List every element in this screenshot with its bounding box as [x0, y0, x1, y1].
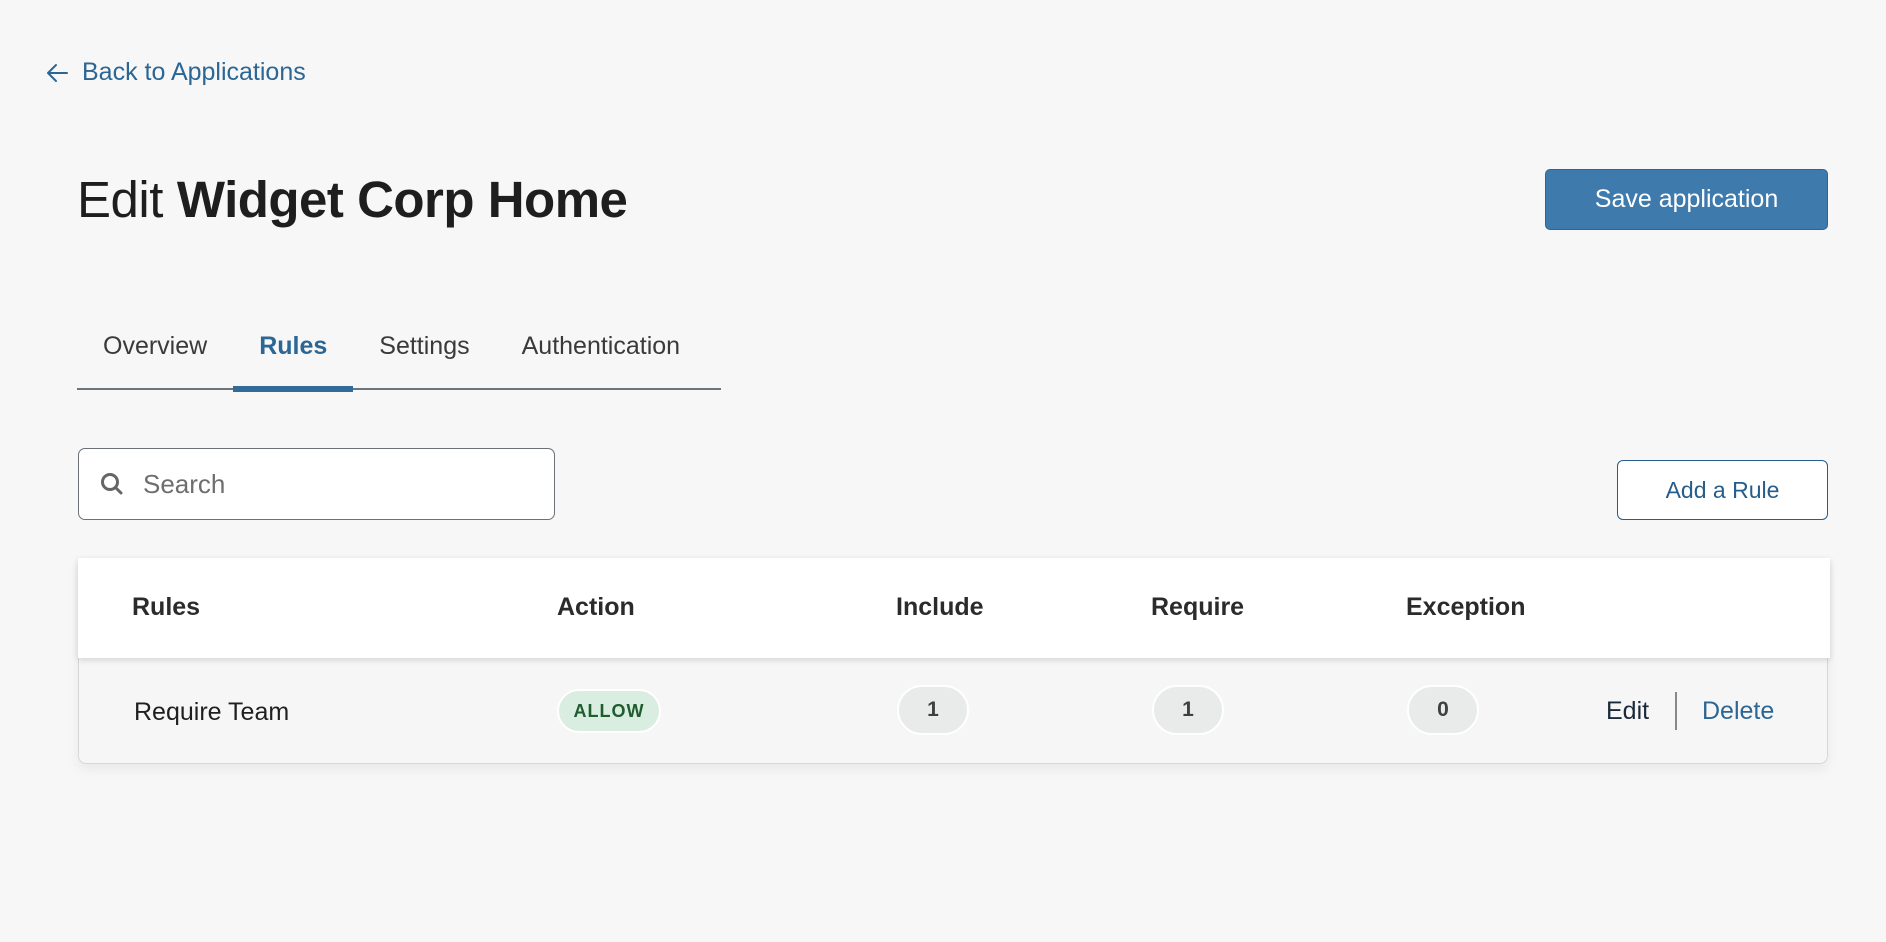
- tab-authentication[interactable]: Authentication: [496, 320, 706, 388]
- back-to-applications-link[interactable]: Back to Applications: [46, 58, 306, 87]
- require-count: 1: [1152, 685, 1224, 735]
- table-header: Rules Action Include Require Exception: [78, 558, 1830, 658]
- tab-bar: Overview Rules Settings Authentication: [77, 320, 721, 392]
- rule-name: Require Team: [134, 698, 290, 726]
- application-name: Widget Corp Home: [176, 171, 628, 228]
- search-icon: [101, 473, 123, 495]
- tab-rules[interactable]: Rules: [233, 320, 354, 392]
- delete-rule-link[interactable]: Delete: [1702, 697, 1774, 726]
- column-header-exception: Exception: [1406, 593, 1526, 621]
- exception-count: 0: [1407, 685, 1479, 735]
- tab-settings[interactable]: Settings: [353, 320, 495, 388]
- action-badge: ALLOW: [557, 689, 661, 733]
- save-application-button[interactable]: Save application: [1545, 169, 1828, 230]
- column-header-action: Action: [557, 593, 635, 621]
- back-link-label: Back to Applications: [82, 58, 306, 86]
- arrow-left-icon: [47, 63, 68, 82]
- page-title: Edit Widget Corp Home: [77, 170, 628, 229]
- column-header-require: Require: [1151, 593, 1245, 621]
- search-box: [78, 448, 555, 520]
- column-header-include: Include: [896, 593, 984, 621]
- page: Back to Applications Edit Widget Corp Hom…: [0, 0, 1886, 942]
- include-count: 1: [897, 685, 969, 735]
- rules-table: Rules Action Include Require Exception R…: [78, 558, 1830, 764]
- action-divider: [1675, 692, 1677, 730]
- table-row: Require Team ALLOW 1 1 0 Edit Delete: [79, 659, 1827, 763]
- add-rule-button[interactable]: Add a Rule: [1617, 460, 1828, 520]
- title-prefix: Edit: [77, 171, 163, 228]
- column-header-rules: Rules: [132, 593, 201, 621]
- edit-rule-link[interactable]: Edit: [1606, 697, 1649, 726]
- search-input[interactable]: [143, 454, 533, 514]
- tab-overview[interactable]: Overview: [77, 320, 233, 388]
